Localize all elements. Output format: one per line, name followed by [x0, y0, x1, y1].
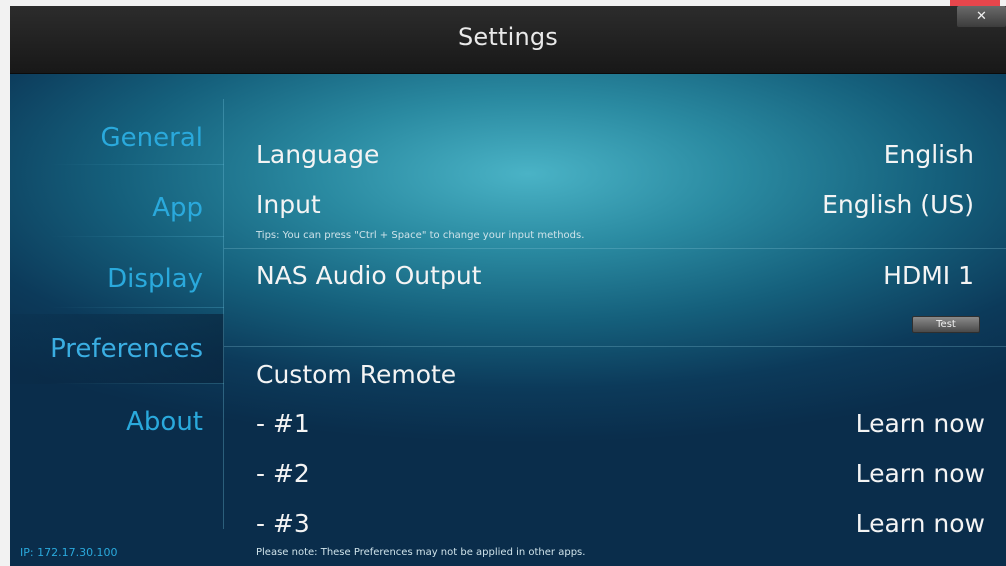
- remote-item-label: - #3: [256, 509, 310, 538]
- close-button[interactable]: ✕: [957, 6, 1006, 27]
- input-label: Input: [256, 190, 321, 219]
- learn-now-button[interactable]: Learn now: [856, 509, 985, 538]
- sidebar-item-display[interactable]: Display: [10, 244, 224, 314]
- sidebar-divider: [50, 164, 224, 165]
- language-value[interactable]: English: [884, 140, 974, 169]
- close-icon: ✕: [976, 9, 987, 24]
- sidebar-item-label: About: [126, 407, 203, 437]
- row-separator: [224, 248, 1006, 249]
- custom-remote-heading: Custom Remote: [256, 360, 457, 389]
- language-label: Language: [256, 140, 380, 169]
- sidebar-separator: [223, 99, 224, 529]
- audio-output-value[interactable]: HDMI 1: [883, 261, 974, 290]
- sidebar-item-general[interactable]: General: [10, 103, 224, 173]
- sidebar-item-about[interactable]: About: [10, 387, 224, 457]
- learn-now-button[interactable]: Learn now: [856, 459, 985, 488]
- ip-address: IP: 172.17.30.100: [20, 546, 118, 559]
- sidebar-item-preferences[interactable]: Preferences: [10, 314, 224, 384]
- sidebar: General App Display Preferences About: [10, 73, 225, 566]
- sidebar-item-label: App: [152, 193, 203, 223]
- sidebar-divider: [50, 383, 224, 384]
- window-title: Settings: [457, 23, 559, 51]
- input-tip: Tips: You can press "Ctrl + Space" to ch…: [256, 230, 585, 241]
- remote-item-label: - #1: [256, 409, 310, 438]
- remote-item-label: - #2: [256, 459, 310, 488]
- test-button[interactable]: Test: [912, 316, 980, 333]
- settings-window: Settings General App Display Preferences…: [10, 6, 1006, 566]
- sidebar-item-label: Display: [107, 264, 203, 294]
- learn-now-button[interactable]: Learn now: [856, 409, 985, 438]
- row-separator: [224, 346, 1006, 347]
- preferences-note: Please note: These Preferences may not b…: [256, 547, 586, 558]
- sidebar-item-label: Preferences: [50, 334, 203, 364]
- title-bar: Settings: [10, 6, 1006, 74]
- sidebar-divider: [50, 307, 224, 308]
- input-value[interactable]: English (US): [822, 190, 974, 219]
- sidebar-item-label: General: [100, 123, 203, 153]
- sidebar-divider: [50, 236, 224, 237]
- audio-output-label: NAS Audio Output: [256, 261, 482, 290]
- sidebar-item-app[interactable]: App: [10, 173, 224, 243]
